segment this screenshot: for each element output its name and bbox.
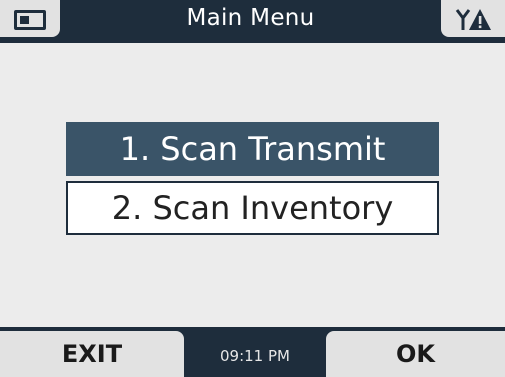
exit-button[interactable]: EXIT (0, 331, 184, 377)
ok-button[interactable]: OK (326, 331, 505, 377)
signal-tab (441, 0, 505, 37)
main-menu-screen: Main Menu 1. Scan Transmit 2. Scan Inven… (0, 0, 505, 377)
menu-item-scan-transmit[interactable]: 1. Scan Transmit (66, 122, 439, 176)
softkey-bar: EXIT 09:11 PM OK (0, 327, 505, 377)
battery-tab (0, 0, 60, 37)
page-title: Main Menu (186, 5, 315, 31)
clock-time: 09:11 PM (220, 347, 290, 365)
battery-icon (14, 10, 46, 30)
title-bar: Main Menu (0, 0, 505, 43)
antenna-signal-icon (455, 9, 491, 30)
menu-item-scan-inventory[interactable]: 2. Scan Inventory (66, 181, 439, 235)
